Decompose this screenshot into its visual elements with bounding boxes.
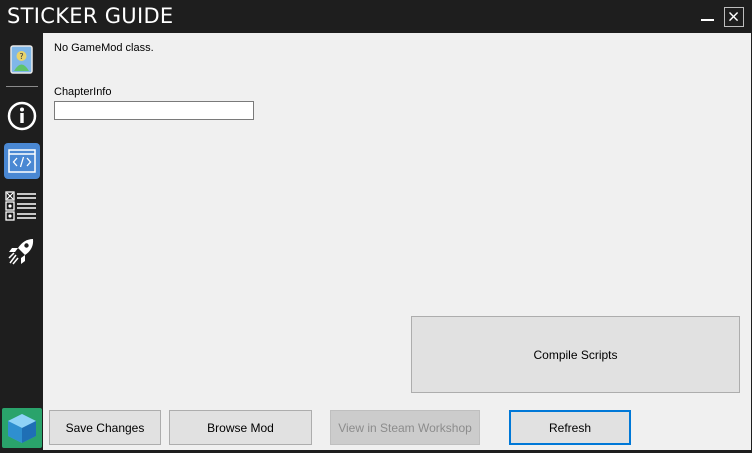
close-button[interactable] — [724, 7, 744, 27]
browse-mod-button[interactable]: Browse Mod — [169, 410, 312, 445]
compile-scripts-button[interactable]: Compile Scripts — [411, 316, 740, 393]
checklist-icon — [5, 191, 36, 221]
main-panel: No GameMod class. ChapterInfo Compile Sc… — [43, 33, 751, 450]
save-changes-button[interactable]: Save Changes — [49, 410, 161, 445]
code-icon — [8, 149, 36, 173]
window-title: STICKER GUIDE — [7, 4, 174, 28]
status-message: No GameMod class. — [54, 42, 154, 54]
chapter-info-input[interactable] — [54, 101, 254, 120]
sidebar-item-checklist[interactable] — [4, 188, 40, 224]
info-icon — [7, 101, 37, 131]
svg-text:?: ? — [19, 52, 23, 61]
sidebar-divider — [6, 86, 38, 87]
sidebar-item-info[interactable] — [4, 98, 40, 134]
cube-icon — [8, 414, 36, 443]
rocket-icon — [8, 239, 34, 265]
chapter-info-label: ChapterInfo — [54, 86, 112, 98]
sidebar: ? — [0, 33, 43, 450]
refresh-button[interactable]: Refresh — [509, 410, 631, 445]
sidebar-item-mod-info[interactable]: ? — [4, 42, 40, 78]
sidebar-item-code[interactable] — [4, 143, 40, 179]
view-in-steam-workshop-button: View in Steam Workshop — [330, 410, 480, 445]
minimize-button[interactable] — [698, 7, 718, 27]
mod-info-icon: ? — [10, 45, 33, 74]
sidebar-item-mod[interactable] — [2, 408, 42, 448]
title-bar: STICKER GUIDE — [0, 0, 752, 33]
sidebar-item-publish[interactable] — [4, 233, 40, 269]
